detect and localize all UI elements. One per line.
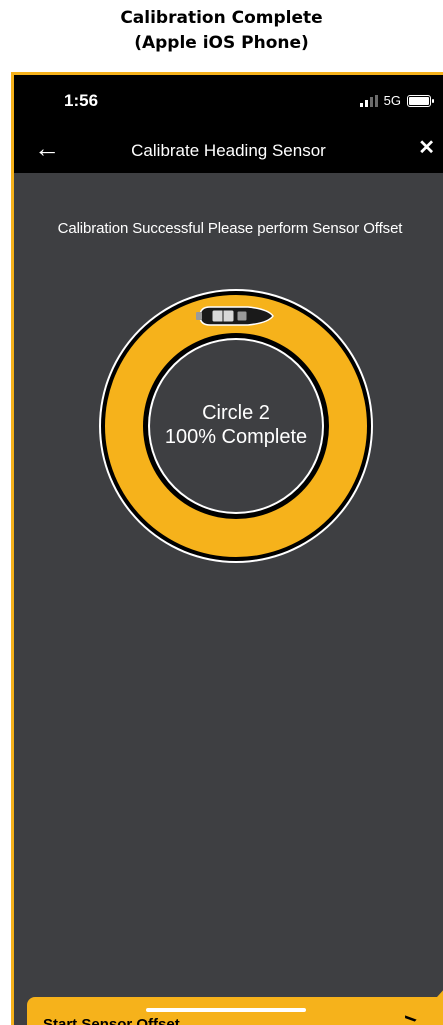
- navigation-bar: ← Calibrate Heading Sensor ✕: [14, 127, 443, 173]
- page-title: Calibrate Heading Sensor: [131, 141, 326, 160]
- network-label: 5G: [383, 93, 401, 108]
- ring-progress-text: Circle 2 100% Complete: [98, 401, 374, 449]
- home-indicator[interactable]: [146, 1008, 306, 1012]
- caption-title: Calibration Complete: [120, 8, 323, 28]
- phone-screen: 1:56 5G ← Calibrate Heading Sensor ✕ Cal…: [11, 72, 443, 1025]
- chevron-right-icon: >: [401, 1006, 427, 1025]
- boat-icon: [196, 306, 274, 326]
- signal-icon: [359, 94, 378, 107]
- circle-label: Circle 2: [202, 402, 270, 424]
- caption: Calibration Complete (Apple iOS Phone): [0, 6, 443, 56]
- start-sensor-offset-label: Start Sensor Offset: [43, 1015, 180, 1025]
- close-icon[interactable]: ✕: [418, 138, 435, 158]
- percent-complete-label: 100% Complete: [164, 426, 308, 448]
- battery-icon: [407, 94, 434, 107]
- status-indicators: 5G: [359, 93, 434, 108]
- status-time: 1:56: [64, 91, 99, 110]
- status-message: Calibration Successful Please perform Se…: [57, 220, 403, 237]
- caption-subtitle: (Apple iOS Phone): [134, 33, 309, 53]
- calibration-ring: Circle 2 100% Complete: [98, 288, 374, 564]
